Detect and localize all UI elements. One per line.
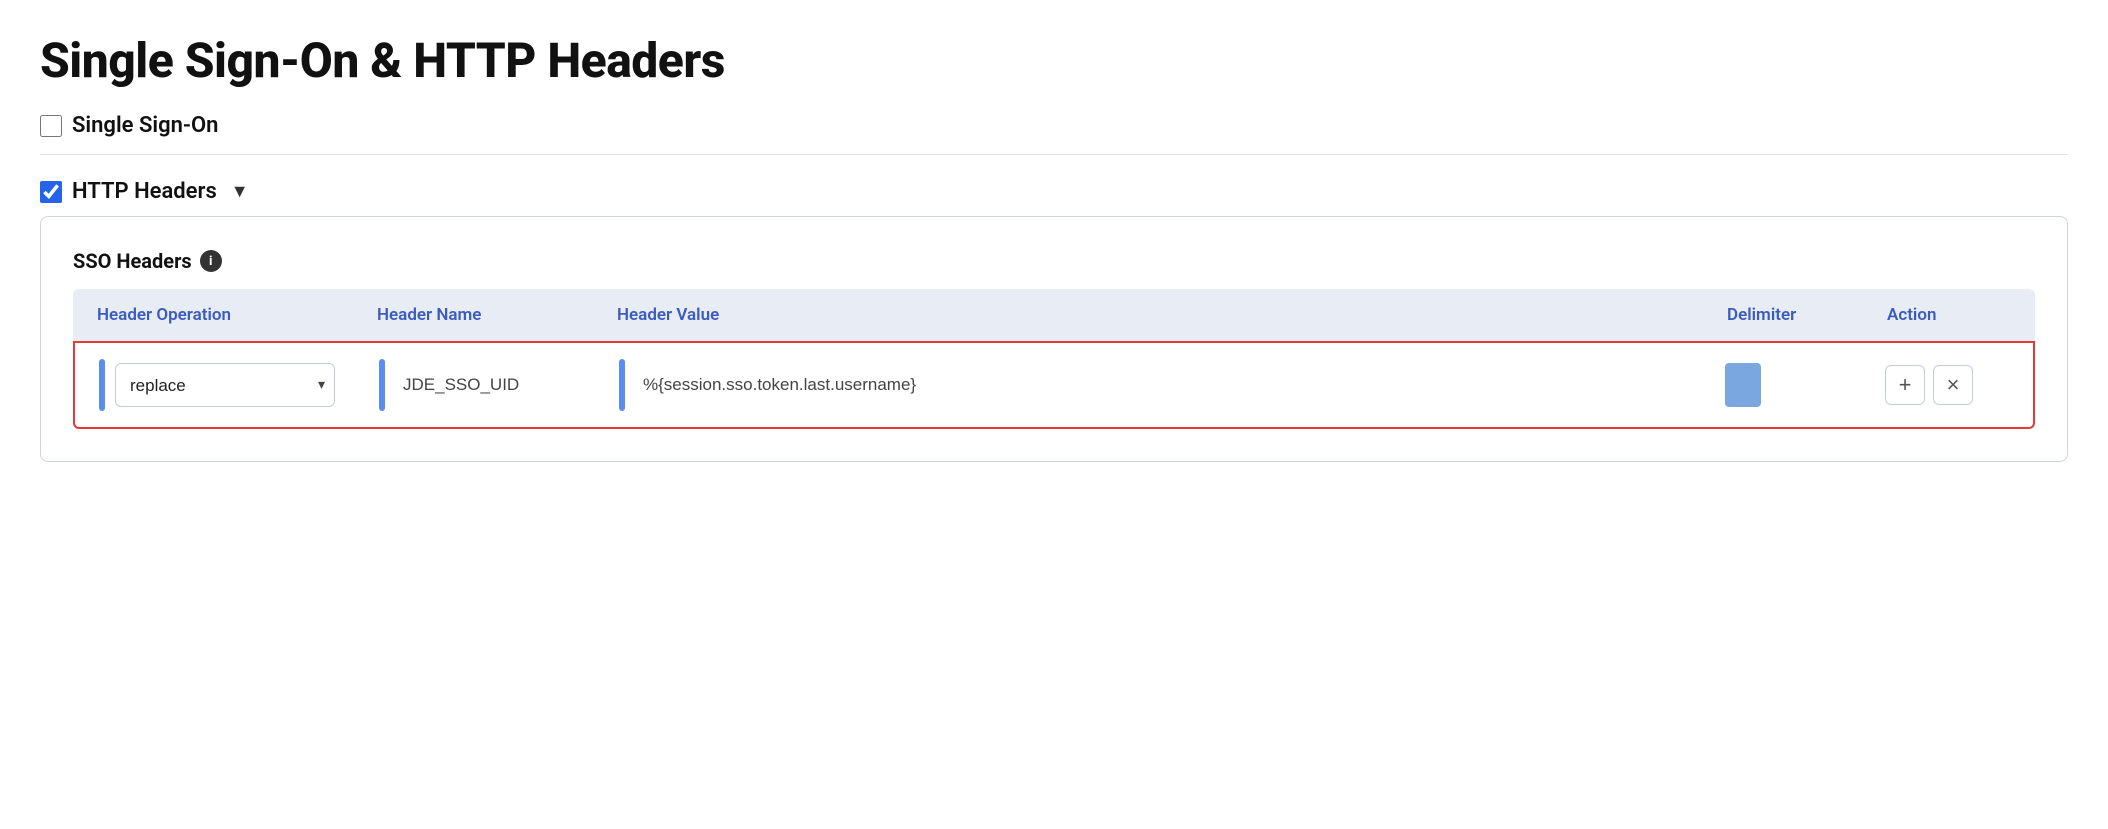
operation-select[interactable]: replace add remove [115,363,335,407]
delimiter-bar [1725,363,1761,407]
sso-headers-table: Header Operation Header Name Header Valu… [73,289,2035,429]
col-header-operation: Header Operation [89,301,369,329]
sso-section-label: Single Sign-On [72,113,218,138]
sso-checkbox[interactable] [40,115,62,137]
value-border-bar [619,359,625,411]
http-headers-label: HTTP Headers [72,179,217,204]
table-header: Header Operation Header Name Header Valu… [73,289,2035,341]
add-row-button[interactable]: + [1885,365,1925,405]
operation-select-wrapper: replace add remove ▾ [115,363,335,407]
sso-section-row: Single Sign-On [40,113,2068,138]
operation-border-bar [99,359,105,411]
page-title: Single Sign-On & HTTP Headers [40,32,2068,89]
http-headers-dropdown-arrow[interactable]: ▼ [231,181,249,202]
header-value-cell [611,355,1717,415]
sso-headers-info-icon[interactable]: i [200,250,222,272]
header-name-cell [371,355,611,415]
action-cell: + × [1877,361,2017,409]
operation-cell: replace add remove ▾ [91,355,371,415]
http-headers-checkbox[interactable] [40,181,62,203]
header-name-input[interactable] [395,363,603,407]
section-divider [40,154,2068,155]
remove-row-button[interactable]: × [1933,365,1973,405]
sso-headers-title-row: SSO Headers i [73,249,2035,273]
delimiter-cell [1717,359,1877,411]
col-header-name: Header Name [369,301,609,329]
table-row: replace add remove ▾ [73,341,2035,429]
col-header-action: Action [1879,301,2019,329]
col-header-delimiter: Delimiter [1719,301,1879,329]
http-headers-panel: SSO Headers i Header Operation Header Na… [40,216,2068,462]
header-value-input[interactable] [635,363,1709,407]
sso-headers-label: SSO Headers [73,249,192,273]
col-header-value: Header Value [609,301,1719,329]
name-border-bar [379,359,385,411]
http-headers-section-row: HTTP Headers ▼ [40,179,2068,204]
